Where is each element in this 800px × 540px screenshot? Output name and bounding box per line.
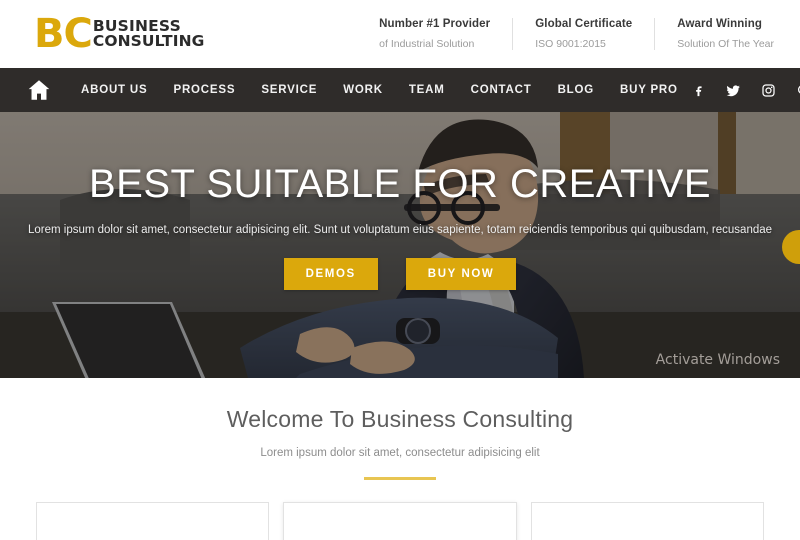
logo-wordmark: BUSINESS CONSULTING: [92, 18, 205, 50]
social-links: [691, 83, 800, 98]
header-info-group: Number #1 Provider of Industrial Solutio…: [357, 18, 782, 50]
section-divider: [364, 477, 436, 480]
feature-card-2[interactable]: [283, 502, 517, 540]
main-navigation: ABOUT US PROCESS SERVICE WORK TEAM CONTA…: [0, 68, 800, 112]
hero-button-group: DEMOS BUY NOW: [0, 258, 800, 290]
hero-content: BEST SUITABLE FOR CREATIVE Lorem ipsum d…: [0, 164, 800, 290]
activate-windows-watermark: Activate Windows: [655, 352, 780, 368]
feature-card-row: [0, 502, 800, 540]
top-bar: BC BUSINESS CONSULTING Number #1 Provide…: [0, 0, 800, 68]
hero-subtitle: Lorem ipsum dolor sit amet, consectetur …: [27, 224, 773, 236]
logo-line-2: CONSULTING: [92, 32, 205, 50]
demos-button[interactable]: DEMOS: [283, 258, 378, 290]
nav-item-about-us[interactable]: ABOUT US: [68, 84, 160, 96]
info-subtitle: of Industrial Solution: [379, 38, 475, 50]
header-info-block-3: Award Winning Solution Of The Year: [655, 18, 782, 50]
landing-page: BC BUSINESS CONSULTING Number #1 Provide…: [0, 0, 800, 540]
welcome-section: Welcome To Business Consulting Lorem ips…: [0, 378, 800, 480]
home-icon[interactable]: [26, 77, 52, 103]
twitter-icon[interactable]: [726, 83, 741, 98]
hero-title: BEST SUITABLE FOR CREATIVE: [88, 162, 712, 206]
facebook-icon[interactable]: [691, 83, 706, 98]
info-subtitle: ISO 9001:2015: [535, 38, 606, 50]
logo-mark: BC: [34, 11, 93, 57]
hero-slider: BEST SUITABLE FOR CREATIVE Lorem ipsum d…: [0, 112, 800, 378]
nav-item-process[interactable]: PROCESS: [160, 84, 248, 96]
search-icon[interactable]: [796, 83, 800, 98]
nav-item-contact[interactable]: CONTACT: [458, 84, 545, 96]
info-title: Award Winning: [677, 18, 762, 30]
welcome-heading: Welcome To Business Consulting: [226, 406, 574, 432]
nav-item-service[interactable]: SERVICE: [248, 84, 330, 96]
nav-item-work[interactable]: WORK: [330, 84, 396, 96]
header-info-block-1: Number #1 Provider of Industrial Solutio…: [357, 18, 514, 50]
info-title: Number #1 Provider: [379, 18, 491, 30]
nav-item-buy-pro[interactable]: BUY PRO: [607, 84, 691, 96]
header-info-block-2: Global Certificate ISO 9001:2015: [513, 18, 656, 50]
nav-item-team[interactable]: TEAM: [396, 84, 458, 96]
info-subtitle: Solution Of The Year: [677, 38, 774, 50]
buy-now-button[interactable]: BUY NOW: [405, 258, 517, 290]
info-title: Global Certificate: [535, 18, 633, 30]
welcome-subheading: Lorem ipsum dolor sit amet, consectetur …: [260, 447, 540, 459]
nav-links: ABOUT US PROCESS SERVICE WORK TEAM CONTA…: [26, 77, 691, 103]
nav-item-blog[interactable]: BLOG: [545, 84, 607, 96]
site-logo[interactable]: BC BUSINESS CONSULTING: [34, 14, 204, 54]
instagram-icon[interactable]: [761, 83, 776, 98]
feature-card-1[interactable]: [36, 502, 270, 540]
feature-card-3[interactable]: [530, 502, 764, 540]
